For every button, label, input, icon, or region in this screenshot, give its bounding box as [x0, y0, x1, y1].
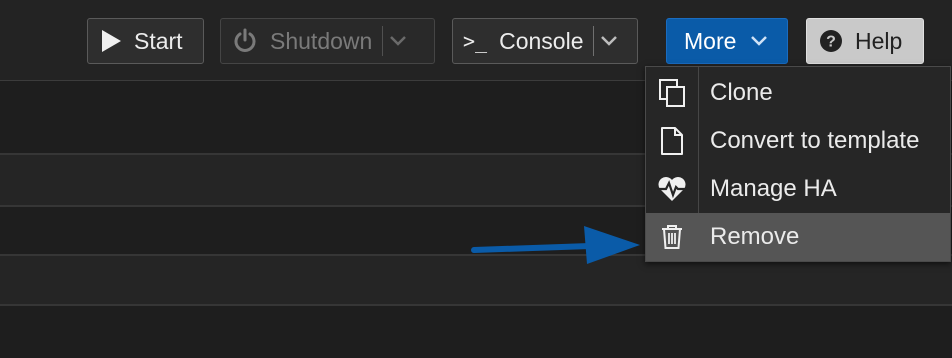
svg-text:?: ?	[826, 34, 836, 51]
menu-item-remove[interactable]: Remove	[646, 213, 950, 261]
question-circle-icon: ?	[819, 29, 843, 53]
more-button[interactable]: More	[666, 18, 788, 64]
trash-icon	[646, 213, 698, 261]
help-button[interactable]: ? Help	[806, 18, 924, 64]
clone-icon	[646, 69, 698, 117]
split-separator	[593, 26, 595, 56]
menu-item-convert-to-template[interactable]: Convert to template	[646, 117, 950, 165]
chevron-down-icon[interactable]	[389, 35, 407, 47]
split-separator	[382, 26, 384, 56]
menu-item-label: Clone	[710, 79, 773, 106]
menu-item-label: Remove	[710, 223, 800, 250]
menu-item-manage-ha[interactable]: Manage HA	[646, 165, 950, 213]
power-icon	[232, 28, 258, 54]
list-row	[0, 306, 952, 358]
annotation-arrow-icon	[470, 222, 642, 273]
console-label: Console	[499, 27, 584, 54]
shutdown-button[interactable]: Shutdown	[220, 18, 435, 64]
chevron-down-icon	[750, 35, 768, 47]
start-label: Start	[134, 27, 183, 54]
terminal-icon: >_	[463, 29, 488, 53]
start-button[interactable]: Start	[87, 18, 204, 64]
heartbeat-icon	[646, 165, 698, 213]
menu-item-label: Convert to template	[710, 127, 920, 154]
menu-item-label: Manage HA	[710, 175, 837, 202]
console-button[interactable]: >_ Console	[452, 18, 638, 64]
file-icon	[646, 117, 698, 165]
help-label: Help	[855, 27, 903, 54]
play-icon	[100, 29, 122, 53]
menu-item-clone[interactable]: Clone	[646, 69, 950, 117]
more-label: More	[684, 27, 737, 54]
chevron-down-icon[interactable]	[600, 35, 618, 47]
more-dropdown-menu: Clone Convert to template Manage HA Remo…	[645, 66, 951, 262]
shutdown-label: Shutdown	[270, 27, 373, 54]
